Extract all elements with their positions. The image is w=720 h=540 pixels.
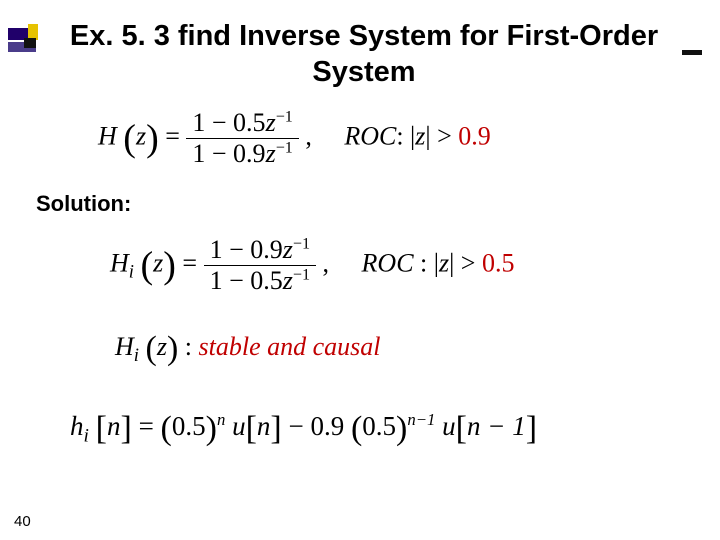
slide: Ex. 5. 3 find Inverse System for First-O… [0,0,720,540]
roc-mid: : | [414,248,439,277]
equals: = [139,411,161,441]
den-text: 1 − 0.9 [192,139,265,168]
arg-n: n [107,411,121,441]
base: 0.5 [362,411,396,441]
roc-after: | > [449,248,482,277]
u-fn: u [442,411,456,441]
fn-Hi: H [110,248,129,277]
u-fn: u [232,411,246,441]
num-var: z [266,108,276,137]
exp-n: n [217,410,225,429]
den-exp: −1 [293,266,310,283]
bracket-open: [ [456,410,467,447]
exp-n1: n−1 [407,410,435,429]
decor-dash [682,50,702,55]
num-text: 1 − 0.5 [192,108,265,137]
den-exp: −1 [276,139,293,156]
coef: 0.9 [310,411,344,441]
paren-open: ( [161,410,172,447]
bracket-close: ] [526,410,537,447]
paren-close: ) [396,410,407,447]
base: 0.5 [172,411,206,441]
equation-H: H (z) = 1 − 0.5z−1 1 − 0.9z−1 , ROC: |z|… [98,108,491,169]
roc-mid: : | [396,121,415,150]
paren-open: ( [351,410,362,447]
roc-var: z [439,248,449,277]
roc-value: 0.5 [482,248,515,277]
fn-H: H [98,121,117,150]
solution-label: Solution: [36,191,131,217]
fn-hi: h [70,411,84,441]
decor-mark [24,38,36,48]
equation-Hi: Hi (z) = 1 − 0.9z−1 1 − 0.5z−1 , ROC : |… [110,235,514,296]
minus: − [288,411,310,441]
den-text: 1 − 0.5 [210,266,283,295]
num-exp: −1 [276,108,293,125]
roc-after: | > [425,121,458,150]
roc-label: ROC [344,121,396,150]
sub-i: i [84,425,89,446]
sub-i: i [134,345,139,366]
arg-z: z [157,332,167,361]
u-arg: n [257,411,271,441]
roc-value: 0.9 [458,121,491,150]
num-text: 1 − 0.9 [210,235,283,264]
colon: : [185,332,199,361]
fraction: 1 − 0.9z−1 1 − 0.5z−1 [204,235,316,296]
den-var: z [266,139,276,168]
num-var: z [283,235,293,264]
equation-hi-n: hi [n] = (0.5)n u[n] − 0.9 (0.5)n−1 u[n … [70,410,537,448]
roc-var: z [415,121,425,150]
roc-label: ROC [362,248,414,277]
den-var: z [283,266,293,295]
sub-i: i [129,262,134,283]
equation-Hi-property: Hi (z) : stable and causal [115,330,381,368]
u-arg: n − 1 [467,411,526,441]
page-number: 40 [14,513,31,530]
fn-Hi: H [115,332,134,361]
arg-z: z [136,121,146,150]
paren-close: ) [206,410,217,447]
arg-z: z [153,248,163,277]
fraction: 1 − 0.5z−1 1 − 0.9z−1 [186,108,298,169]
stable-causal-text: stable and causal [199,332,381,361]
bracket-close: ] [270,410,281,447]
bracket-open: [ [246,410,257,447]
slide-title: Ex. 5. 3 find Inverse System for First-O… [66,18,662,91]
num-exp: −1 [293,235,310,252]
